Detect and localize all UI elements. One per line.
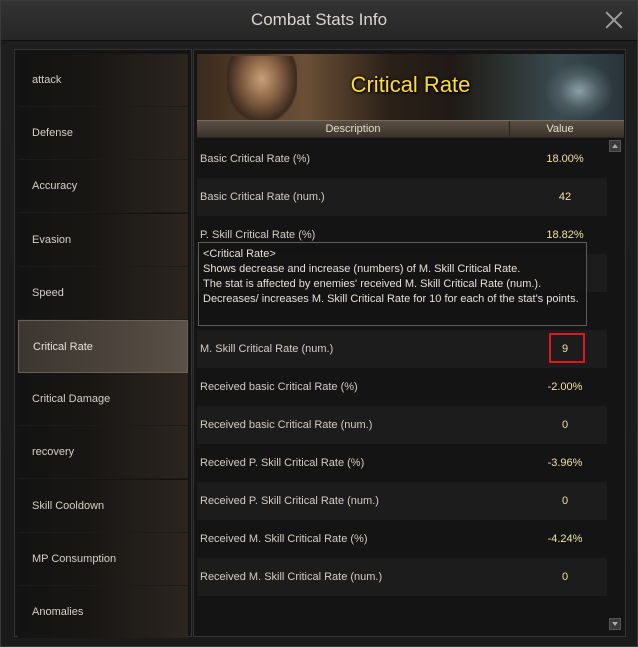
scroll-up-icon[interactable]	[609, 140, 621, 152]
stat-value: 42	[558, 191, 572, 203]
stat-label: Basic Critical Rate (%)	[200, 153, 311, 165]
sidebar-item-skill-cooldown[interactable]: Skill Cooldown	[18, 479, 188, 533]
stat-value: -4.24%	[547, 533, 583, 545]
banner-title: Critical Rate	[350, 72, 471, 97]
table-row[interactable]: Basic Critical Rate (num.) 42	[197, 178, 607, 216]
sidebar-item-recovery[interactable]: recovery	[18, 426, 188, 480]
column-header-description: Description	[197, 121, 510, 137]
sidebar-item-critical-rate[interactable]: Critical Rate	[18, 319, 188, 373]
sidebar-item-speed[interactable]: Speed	[18, 266, 188, 320]
stat-value: -3.96%	[547, 457, 583, 469]
stat-label: Basic Critical Rate (num.)	[200, 191, 325, 203]
table-row[interactable]: Received basic Critical Rate (num.) 0	[197, 406, 607, 444]
stat-value: 0	[561, 571, 569, 583]
stat-detail-panel: Critical Rate Description Value Basic Cr…	[193, 49, 626, 637]
table-row[interactable]: Basic Critical Rate (%) 18.00%	[197, 140, 607, 178]
sidebar-item-evasion[interactable]: Evasion	[18, 213, 188, 267]
stat-value: 0	[561, 419, 569, 431]
scroll-down-icon[interactable]	[609, 618, 621, 630]
table-header: Description Value	[197, 120, 624, 138]
table-row[interactable]: Received M. Skill Critical Rate (%) -4.24…	[197, 520, 607, 558]
window-title: Combat Stats Info	[1, 1, 637, 41]
table-row[interactable]: Received P. Skill Critical Rate (num.) 0	[197, 482, 607, 520]
tooltip-line: The stat is affected by enemies' receive…	[203, 278, 542, 290]
stat-value: 18.00%	[546, 153, 584, 165]
table-row-selected[interactable]: M. Skill Critical Rate (num.) 9	[197, 330, 607, 368]
sidebar-item-critical-damage[interactable]: Critical Damage	[18, 373, 188, 427]
sidebar-item-mp-consumption[interactable]: MP Consumption	[18, 532, 188, 586]
table-row[interactable]: Received M. Skill Critical Rate (num.) 0	[197, 558, 607, 596]
stats-category-sidebar: attack Defense Accuracy Evasion Speed Cr…	[14, 49, 192, 639]
stat-value: 0	[561, 495, 569, 507]
combat-stats-window: Combat Stats Info attack Defense Accurac…	[0, 0, 638, 647]
tooltip-line: Shows decrease and increase (numbers) of…	[203, 263, 521, 275]
stat-label: Received basic Critical Rate (num.)	[200, 419, 373, 431]
stat-label: Received basic Critical Rate (%)	[200, 381, 358, 393]
sidebar-item-accuracy[interactable]: Accuracy	[18, 160, 188, 214]
stat-value: -2.00%	[547, 381, 583, 393]
sidebar-item-defense[interactable]: Defense	[18, 107, 188, 161]
column-header-value: Value	[546, 123, 574, 135]
stat-value: 9	[561, 343, 569, 355]
stat-label: Received M. Skill Critical Rate (%)	[200, 533, 368, 545]
stat-tooltip: <Critical Rate> Shows decrease and incre…	[198, 242, 587, 326]
stat-label: Received P. Skill Critical Rate (%)	[200, 457, 365, 469]
stat-label: Received M. Skill Critical Rate (num.)	[200, 571, 383, 583]
tooltip-title: <Critical Rate>	[203, 248, 276, 260]
tooltip-line: Decreases/ increases M. Skill Critical R…	[203, 293, 579, 305]
sidebar-item-anomalies[interactable]: Anomalies	[18, 585, 188, 639]
close-icon[interactable]	[603, 9, 625, 31]
stats-table: Basic Critical Rate (%) 18.00% Basic Crit…	[197, 140, 607, 596]
sidebar-item-attack[interactable]: attack	[18, 54, 188, 107]
table-row[interactable]: Received basic Critical Rate (%) -2.00%	[197, 368, 607, 406]
stat-label: Received P. Skill Critical Rate (num.)	[200, 495, 379, 507]
table-row[interactable]: Received P. Skill Critical Rate (%) -3.96…	[197, 444, 607, 482]
category-banner: Critical Rate	[197, 54, 624, 122]
stat-label: M. Skill Critical Rate (num.)	[200, 343, 334, 355]
